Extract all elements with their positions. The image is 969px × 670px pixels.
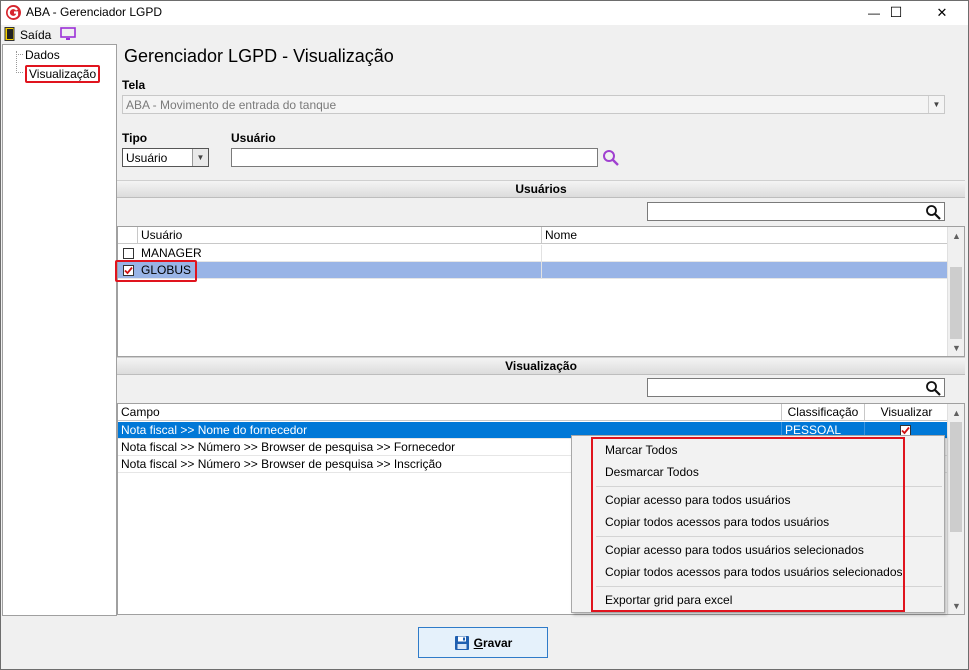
cell-nome	[542, 245, 948, 262]
users-section-header: Usuários	[117, 180, 965, 198]
highlight-globus-row	[115, 260, 197, 282]
maximize-icon: ☐	[889, 4, 903, 20]
cell-usuario: MANAGER	[138, 245, 542, 262]
table-row-selected[interactable]: GLOBUS	[118, 262, 948, 279]
checkmark-icon	[901, 426, 910, 435]
users-grid: Usuário Nome MANAGER GLOBUS ▲ ▼	[117, 226, 965, 357]
floppy-disk-icon	[454, 635, 469, 650]
tela-select-value: ABA - Movimento de entrada do tanque	[126, 98, 337, 112]
scroll-up-icon[interactable]: ▲	[948, 227, 964, 244]
scrollbar-thumb[interactable]	[950, 422, 962, 532]
app-logo-icon	[6, 5, 21, 20]
scroll-down-icon[interactable]: ▼	[948, 597, 964, 614]
close-button[interactable]: ✕	[919, 0, 965, 25]
column-header-usuario[interactable]: Usuário	[138, 227, 542, 244]
search-icon[interactable]	[925, 204, 941, 220]
tree-item-dados[interactable]: Dados	[25, 48, 60, 62]
tipo-select[interactable]: Usuário ▼	[122, 148, 209, 167]
save-button[interactable]: Gravar	[418, 627, 548, 658]
chevron-down-icon: ▼	[928, 96, 944, 113]
cell-nome	[542, 262, 948, 279]
highlight-context-menu	[591, 437, 905, 612]
chevron-down-icon: ▼	[192, 149, 208, 166]
column-header-classificacao[interactable]: Classificação	[782, 404, 865, 421]
tree-item-visualizacao[interactable]: Visualização	[25, 65, 101, 83]
monitor-icon[interactable]	[60, 27, 76, 41]
search-icon[interactable]	[925, 380, 941, 396]
usuario-label: Usuário	[231, 131, 276, 145]
users-search-input[interactable]	[647, 202, 945, 221]
tipo-label: Tipo	[122, 131, 148, 145]
row-checkbox[interactable]	[123, 248, 134, 259]
title-bar: ABA - Gerenciador LGPD — ☐ ✕	[0, 0, 969, 25]
search-icon[interactable]	[602, 149, 620, 167]
tela-select[interactable]: ABA - Movimento de entrada do tanque ▼	[122, 95, 945, 114]
users-grid-header: Usuário Nome	[118, 227, 948, 244]
navigation-tree: Dados Visualização	[2, 44, 117, 616]
column-header-nome[interactable]: Nome	[542, 227, 948, 244]
menu-bar: Saída	[0, 25, 969, 44]
column-header-campo[interactable]: Campo	[118, 404, 782, 421]
visualization-grid-header: Campo Classificação Visualizar	[118, 404, 948, 421]
save-button-accesskey: G	[473, 635, 483, 650]
tree-connector	[16, 54, 23, 55]
page-title: Gerenciador LGPD - Visualização	[124, 46, 394, 66]
tree-connector	[16, 72, 23, 73]
close-icon: ✕	[936, 4, 948, 20]
scrollbar-thumb[interactable]	[950, 267, 962, 339]
save-button-label: ravar	[482, 635, 513, 650]
scroll-up-icon[interactable]: ▲	[948, 404, 964, 421]
checkbox-column-header	[118, 227, 138, 244]
table-row[interactable]: MANAGER	[118, 245, 948, 262]
users-grid-scrollbar[interactable]: ▲ ▼	[947, 227, 964, 356]
visualization-search-input[interactable]	[647, 378, 945, 397]
tela-label: Tela	[122, 78, 146, 92]
column-header-visualizar[interactable]: Visualizar	[865, 404, 948, 421]
visualization-section-header: Visualização	[117, 357, 965, 375]
tipo-select-value: Usuário	[126, 151, 168, 165]
visualization-grid-scrollbar[interactable]: ▲ ▼	[947, 404, 964, 614]
usuario-input[interactable]	[231, 148, 598, 167]
maximize-button[interactable]: ☐	[873, 0, 919, 25]
exit-menu-item[interactable]: Saída	[20, 28, 51, 42]
window-title: ABA - Gerenciador LGPD	[26, 5, 163, 19]
cell-usuario: GLOBUS	[138, 262, 542, 279]
scroll-down-icon[interactable]: ▼	[948, 339, 964, 356]
exit-door-icon	[4, 27, 15, 41]
